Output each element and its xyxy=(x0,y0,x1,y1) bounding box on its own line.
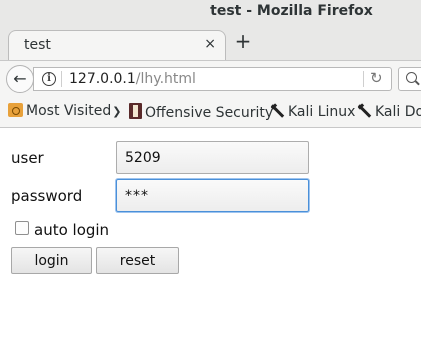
folder-icon xyxy=(8,103,23,117)
navigation-toolbar: i 127.0.0.1/lhy.html ↻ ← xyxy=(0,60,421,94)
user-input[interactable] xyxy=(116,141,309,174)
kali-dragon-icon xyxy=(270,103,285,118)
tab-test[interactable]: test × xyxy=(8,30,226,60)
offsec-icon xyxy=(129,103,142,119)
bookmark-kali-linux[interactable]: Kali Linux xyxy=(270,103,355,120)
info-icon[interactable]: i xyxy=(42,72,56,86)
bookmarks-toolbar: Most Visited❯ Offensive Security Kali Li… xyxy=(0,94,421,128)
window-title: test - Mozilla Firefox xyxy=(210,3,373,19)
tab-strip: test × + xyxy=(0,26,421,60)
bookmark-kali-docs[interactable]: Kali Do xyxy=(357,103,421,120)
back-button[interactable]: ← xyxy=(6,65,34,93)
bookmark-label: Kali Linux xyxy=(288,104,356,120)
chevron-down-icon: ❯ xyxy=(112,105,122,118)
tab-title: test xyxy=(24,37,51,53)
auto-login-label[interactable]: auto login xyxy=(34,221,109,239)
url-text[interactable]: 127.0.0.1/lhy.html xyxy=(69,71,196,87)
bookmark-label: Kali Do xyxy=(375,104,421,120)
bookmark-label: Most Visited xyxy=(26,103,112,119)
url-host: 127.0.0.1 xyxy=(69,71,136,87)
search-icon xyxy=(406,72,417,83)
bookmark-most-visited[interactable]: Most Visited❯ xyxy=(8,103,121,119)
kali-dragon-icon xyxy=(357,103,372,118)
login-form: user password auto login login reset xyxy=(0,128,421,343)
new-tab-button[interactable]: + xyxy=(232,30,254,54)
arrow-left-icon: ← xyxy=(13,69,27,88)
password-label: password xyxy=(11,187,83,205)
url-bar[interactable]: i 127.0.0.1/lhy.html ↻ xyxy=(33,67,392,91)
reload-icon[interactable]: ↻ xyxy=(370,69,383,87)
url-path: /lhy.html xyxy=(135,71,196,87)
url-divider xyxy=(61,71,62,87)
auto-login-checkbox[interactable] xyxy=(15,221,29,235)
url-divider xyxy=(363,71,364,87)
user-label: user xyxy=(11,149,44,167)
bookmark-label: Offensive Security xyxy=(145,105,274,121)
password-input[interactable] xyxy=(116,179,309,212)
search-bar[interactable] xyxy=(398,67,421,91)
bookmark-offensive-security[interactable]: Offensive Security xyxy=(129,103,273,121)
reset-button[interactable]: reset xyxy=(96,247,179,274)
close-icon[interactable]: × xyxy=(204,36,216,52)
login-button[interactable]: login xyxy=(11,247,92,274)
window-titlebar: test - Mozilla Firefox xyxy=(0,0,421,26)
